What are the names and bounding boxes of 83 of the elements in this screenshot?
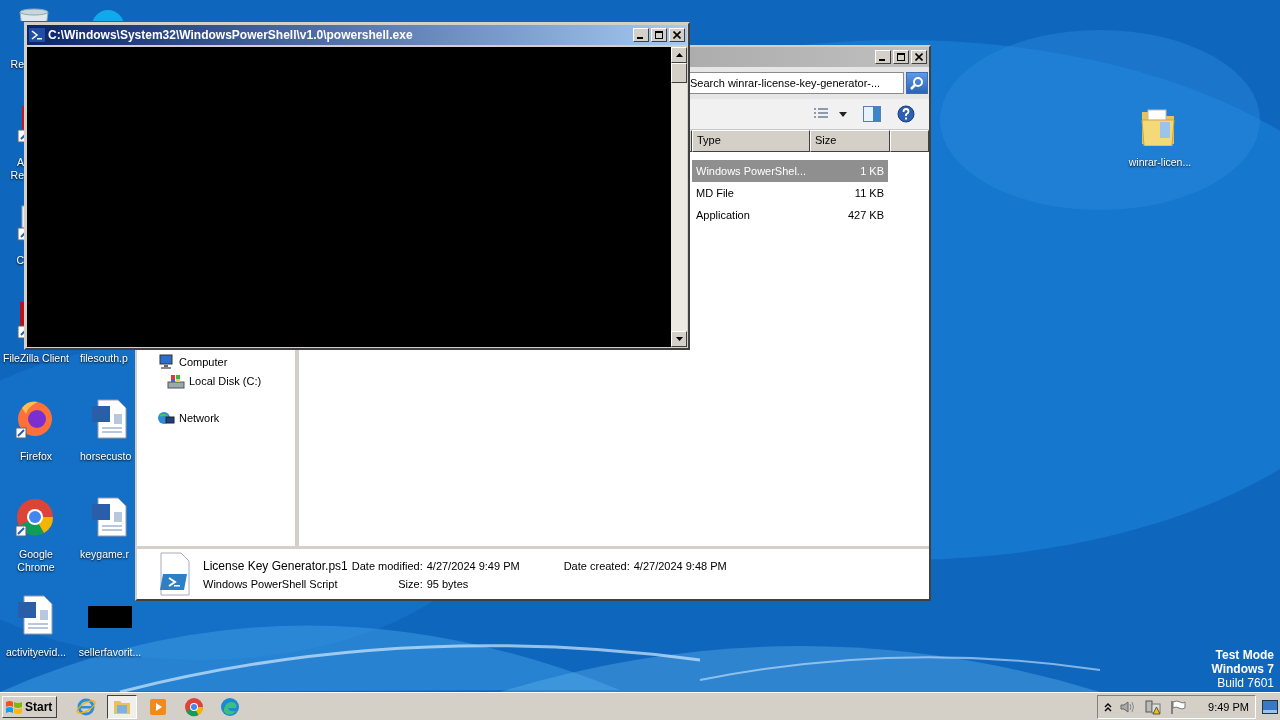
icon-label[interactable]: sellerfavorit... (78, 646, 142, 659)
field-value: 4/27/2024 9:48 PM (633, 559, 727, 572)
nav-item[interactable]: Computer (137, 352, 295, 371)
preview-pane-button[interactable] (863, 106, 881, 122)
field-label: Date created: (563, 559, 630, 572)
maximize-button[interactable] (893, 50, 909, 64)
taskbar-button[interactable] (107, 694, 138, 719)
network-icon (157, 409, 175, 426)
help-icon (897, 105, 915, 123)
network-warning-icon[interactable] (1144, 698, 1163, 715)
computer-icon (157, 353, 175, 370)
search-button[interactable] (906, 72, 928, 94)
system-watermark-text: Windows 7 (1211, 662, 1274, 676)
down-arrow-icon (675, 337, 683, 341)
table-cell-text: Windows PowerShel... (695, 165, 808, 177)
caret-icon (839, 111, 847, 117)
field-value: 95 bytes (426, 577, 470, 590)
close-icon (915, 53, 923, 61)
document-icon[interactable] (14, 104, 24, 146)
column-header[interactable]: Type (692, 130, 810, 152)
chrome-icon (184, 696, 205, 717)
icon-label[interactable]: winrar-licen... (1128, 156, 1192, 169)
maximize-icon (655, 31, 663, 39)
edge-icon (220, 696, 241, 717)
media-player-icon (148, 696, 169, 717)
clock[interactable]: 9:49 PM (1208, 700, 1249, 713)
chevron-up-icon[interactable] (1104, 701, 1113, 712)
file-type: Windows PowerShell Script (203, 577, 339, 590)
icon-label[interactable]: Firefox (19, 450, 53, 463)
icon-label[interactable]: C (16, 254, 24, 267)
icon-label[interactable]: Re (10, 169, 24, 182)
scrollbar[interactable] (671, 47, 687, 347)
column-header[interactable]: Size (810, 130, 890, 152)
icon-label[interactable]: A (17, 156, 24, 169)
table-cell-text: 11 KB (853, 187, 885, 199)
selected-row-highlight[interactable]: Windows PowerShel... 1 KB (692, 160, 888, 182)
table-cell-text: MD File (695, 187, 735, 199)
speaker-icon[interactable] (1120, 699, 1137, 714)
icon-label[interactable]: FileZilla Client (3, 352, 69, 365)
scroll-up-button[interactable] (671, 47, 687, 63)
view-dropdown-button[interactable] (839, 111, 847, 117)
maximize-icon (897, 53, 905, 61)
close-button[interactable] (911, 50, 927, 64)
up-arrow-icon (675, 53, 683, 57)
icon-label[interactable]: activityevid... (5, 646, 67, 659)
field-label: Date modified: (351, 559, 423, 572)
close-icon (673, 31, 681, 39)
file-name: License Key Generator.ps1 (203, 558, 348, 573)
shortcut-icon[interactable] (14, 202, 24, 244)
nav-item[interactable]: Network (137, 408, 295, 427)
table-cell-text: 427 KB (846, 209, 885, 221)
minimize-button[interactable] (633, 28, 649, 42)
icon-label[interactable]: horsecusto (80, 450, 132, 463)
minimize-button[interactable] (875, 50, 891, 64)
window-title: C:\Windows\System32\WindowsPowerShell\v1.0\powershell.exe (48, 28, 413, 42)
powershell-icon (29, 28, 45, 42)
windows-logo-icon (5, 698, 23, 715)
icon-label[interactable]: Google (19, 548, 53, 561)
field-value: 4/27/2024 9:49 PM (426, 559, 520, 572)
search-icon (910, 76, 924, 90)
icon-label[interactable]: Chrome (17, 561, 55, 574)
icon-label[interactable]: keygame.r (80, 548, 130, 561)
maximize-button[interactable] (651, 28, 667, 42)
field-label: Size: (397, 577, 423, 590)
show-desktop-icon[interactable] (1262, 699, 1278, 714)
browser-e-icon (76, 696, 97, 717)
table-cell-text: 1 KB (859, 165, 885, 177)
icon-label[interactable]: filesouth.p (80, 352, 128, 365)
system-watermark-text: Build 7601 (1216, 676, 1274, 690)
help-button[interactable] (897, 105, 915, 123)
list-view-icon (813, 107, 829, 121)
icon-label[interactable]: Re (10, 58, 24, 71)
script-file-icon (157, 552, 193, 596)
flag-icon[interactable] (1170, 699, 1187, 714)
table-cell-text: Application (695, 209, 751, 221)
scroll-down-button[interactable] (671, 331, 687, 347)
scroll-thumb[interactable] (671, 63, 687, 83)
preview-pane-icon (863, 106, 881, 122)
start-button[interactable]: Start (2, 695, 58, 718)
system-watermark-text: Test Mode (1214, 648, 1274, 662)
close-button[interactable] (669, 28, 685, 42)
disk-icon (167, 372, 185, 389)
nav-item[interactable]: Local Disk (C:) (137, 371, 295, 390)
